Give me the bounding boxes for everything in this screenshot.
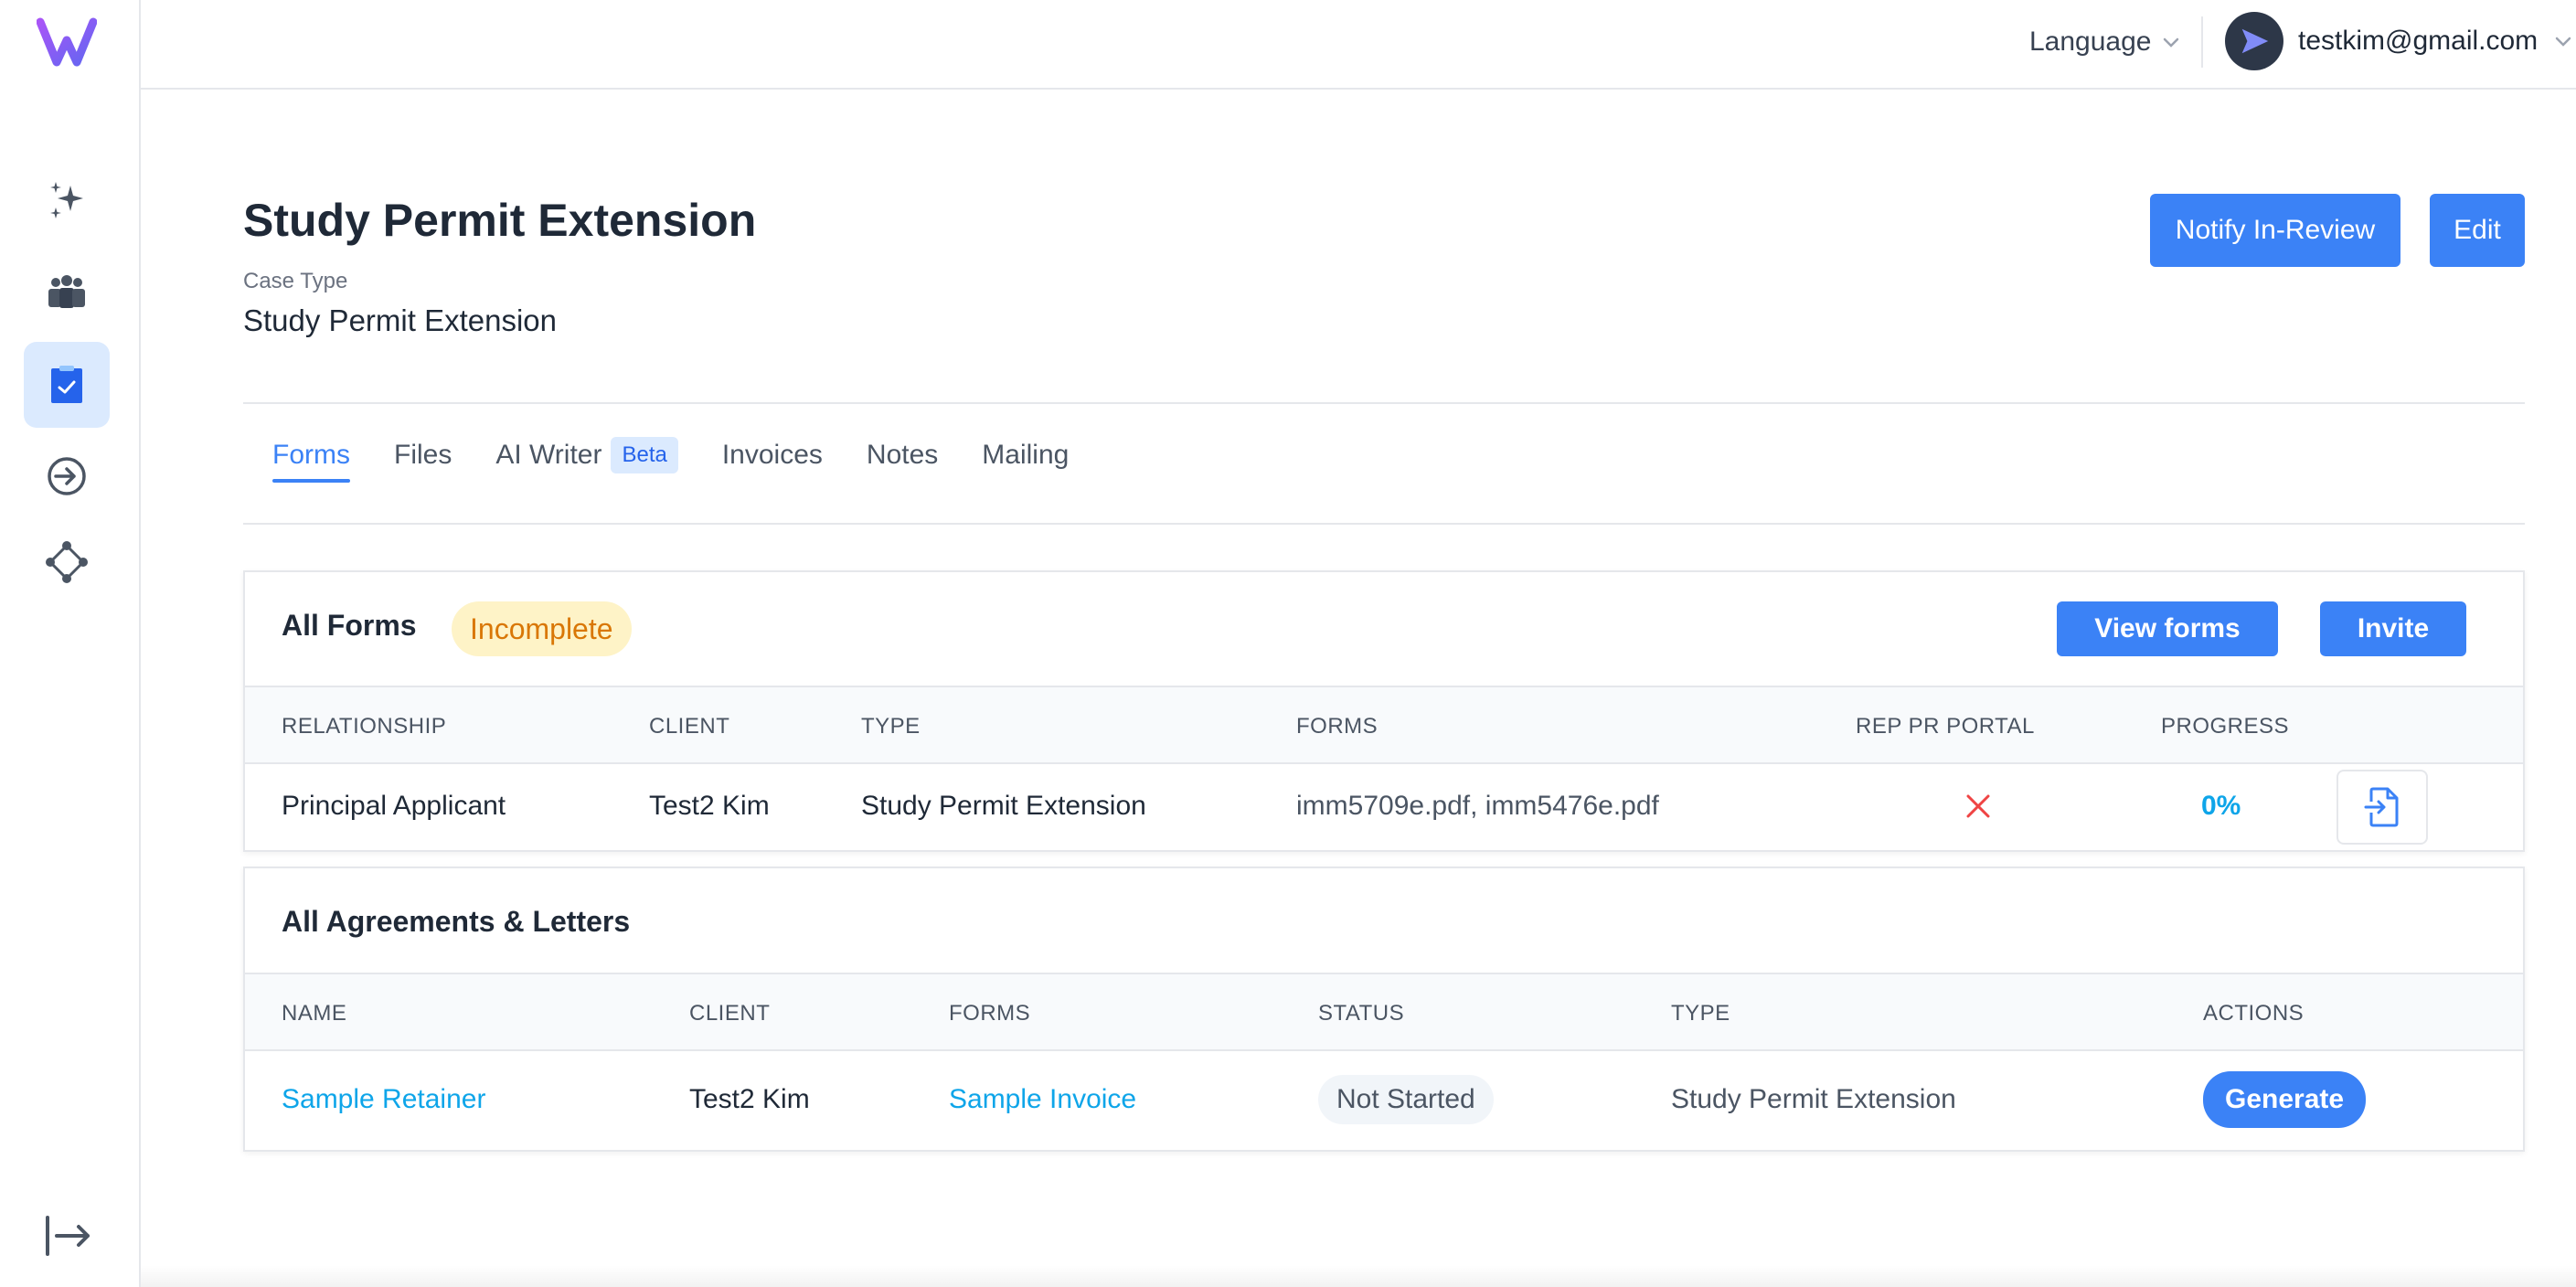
avatar[interactable] — [2225, 12, 2283, 70]
agreements-card-header: All Agreements & Letters — [245, 868, 2523, 973]
col-rep-pr-portal: REP PR PORTAL — [1856, 714, 2035, 739]
generate-button[interactable]: Generate — [2203, 1071, 2367, 1128]
progress-cell: 0% — [2201, 791, 2241, 821]
col-forms: FORMS — [1296, 714, 1378, 739]
col-name: NAME — [282, 1001, 347, 1026]
agreements-card-title: All Agreements & Letters — [282, 905, 631, 938]
type-cell: Study Permit Extension — [1671, 1084, 1956, 1114]
topbar — [141, 0, 2576, 90]
status-badge: Not Started — [1318, 1075, 1494, 1124]
relationship-cell: Principal Applicant — [282, 791, 506, 821]
agreements-table-header: NAME CLIENT FORMS STATUS TYPE ACTIONS — [245, 973, 2523, 1051]
col-client: CLIENT — [649, 714, 730, 739]
col-status: STATUS — [1318, 1001, 1405, 1026]
expand-sidebar-icon[interactable] — [40, 1210, 95, 1261]
view-forms-button[interactable]: View forms — [2057, 601, 2278, 656]
chevron-down-icon — [2555, 37, 2571, 47]
rep-pr-portal-cell — [1964, 764, 1993, 848]
forms-card: All Forms Incomplete View forms Invite R… — [243, 570, 2525, 852]
table-row: Sample Retainer Test2 Kim Sample Invoice… — [245, 1051, 2523, 1148]
file-import-icon — [2364, 787, 2399, 827]
agreements-card: All Agreements & Letters NAME CLIENT FOR… — [243, 867, 2525, 1152]
tab-bar: Forms Files AI Writer Beta Invoices Note… — [272, 435, 1112, 483]
actions-cell: Generate — [2203, 1051, 2367, 1148]
cases-clipboard-icon[interactable] — [24, 342, 110, 428]
language-label: Language — [2029, 27, 2152, 57]
tabs-divider — [243, 523, 2525, 525]
forms-table-header: RELATIONSHIP CLIENT TYPE FORMS REP PR PO… — [245, 686, 2523, 764]
tab-files[interactable]: Files — [394, 435, 452, 475]
client-cell: Test2 Kim — [689, 1084, 810, 1114]
tab-ai-writer[interactable]: AI Writer Beta — [495, 435, 678, 475]
user-menu[interactable]: testkim@gmail.com — [2225, 11, 2574, 71]
forms-card-title: All Forms — [282, 609, 417, 642]
notify-in-review-button[interactable]: Notify In-Review — [2150, 194, 2400, 267]
page-title: Study Permit Extension — [243, 195, 757, 246]
forms-cell: imm5709e.pdf, imm5476e.pdf — [1296, 791, 1659, 821]
sign-in-arrow-icon[interactable] — [24, 433, 110, 519]
col-type: TYPE — [861, 714, 921, 739]
app-logo[interactable] — [36, 16, 98, 68]
tab-forms[interactable]: Forms — [272, 435, 350, 483]
chevron-down-icon — [2164, 37, 2179, 48]
col-client: CLIENT — [689, 1001, 771, 1026]
sparkles-icon[interactable] — [24, 159, 110, 245]
bottom-edge-shadow — [141, 1265, 2576, 1287]
status-badge: Incomplete — [452, 601, 632, 656]
col-actions: ACTIONS — [2203, 1001, 2305, 1026]
open-form-button[interactable] — [2336, 770, 2428, 845]
client-cell: Test2 Kim — [649, 791, 770, 821]
invoice-link[interactable]: Sample Invoice — [949, 1051, 1136, 1148]
status-cell: Not Started — [1318, 1051, 1494, 1148]
users-group-icon[interactable] — [24, 250, 110, 336]
user-email: testkim@gmail.com — [2298, 26, 2539, 56]
tab-notes[interactable]: Notes — [867, 435, 938, 475]
case-type-label: Case Type — [243, 269, 348, 293]
table-row[interactable]: Principal Applicant Test2 Kim Study Perm… — [245, 764, 2523, 848]
header-divider — [243, 402, 2525, 404]
network-nodes-icon[interactable] — [24, 519, 110, 605]
type-cell: Study Permit Extension — [861, 791, 1146, 821]
invite-button[interactable]: Invite — [2320, 601, 2466, 656]
agreement-name-link[interactable]: Sample Retainer — [282, 1051, 485, 1148]
app-root: Language testkim@gmail.com Study Permit … — [0, 0, 2576, 1287]
case-type-value: Study Permit Extension — [243, 303, 557, 337]
edit-button[interactable]: Edit — [2430, 194, 2525, 267]
close-x-icon — [1966, 794, 1990, 818]
topbar-divider — [2201, 16, 2203, 68]
col-type: TYPE — [1671, 1001, 1730, 1026]
send-arrow-icon — [2241, 28, 2269, 54]
tab-mailing[interactable]: Mailing — [982, 435, 1069, 475]
sidebar — [0, 0, 141, 1287]
col-progress: PROGRESS — [2161, 714, 2290, 739]
col-forms: FORMS — [949, 1001, 1031, 1026]
tab-ai-writer-label: AI Writer — [495, 440, 602, 470]
col-relationship: RELATIONSHIP — [282, 714, 447, 739]
tab-invoices[interactable]: Invoices — [722, 435, 823, 475]
language-selector[interactable]: Language — [2029, 22, 2182, 62]
beta-badge: Beta — [611, 437, 678, 473]
forms-card-header: All Forms Incomplete View forms Invite — [245, 572, 2523, 686]
